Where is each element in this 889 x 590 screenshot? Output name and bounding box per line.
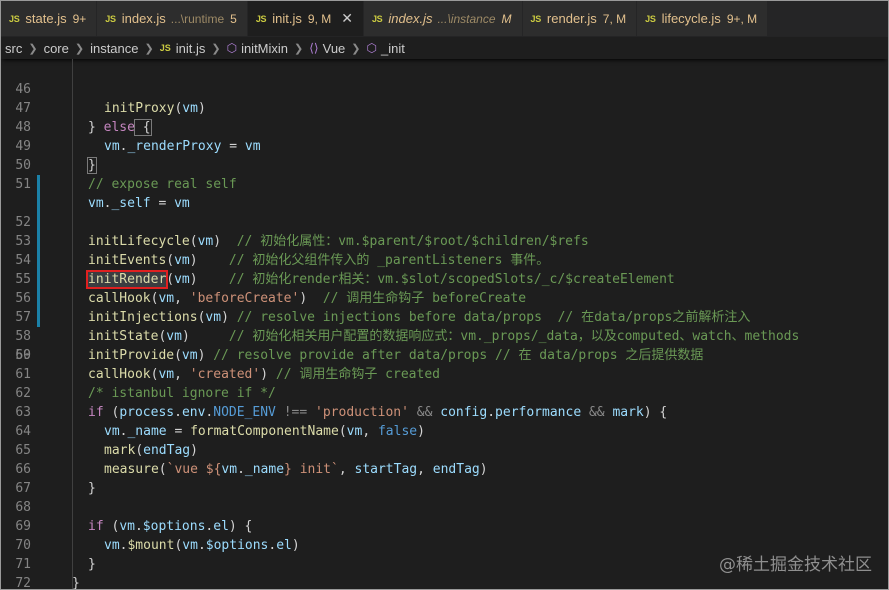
- code-editor[interactable]: 46 initProxy(vm) 47 } else { 48 vm._rend…: [1, 59, 888, 589]
- modified-gutter-marker: [37, 213, 40, 232]
- problem-badge: 5: [230, 11, 237, 26]
- chevron-right-icon: ❯: [351, 42, 361, 55]
- tab-init-js[interactable]: JS init.js 9, M ✕: [247, 1, 364, 36]
- symbol-brackets-icon: ⟨⟩: [309, 41, 319, 55]
- problem-badge: 9+, M: [726, 11, 758, 26]
- code-line: 66 }: [1, 441, 888, 496]
- modified-gutter-marker: [37, 175, 40, 194]
- tab-directory: ...\runtime: [170, 11, 225, 26]
- code-line: 49 }: [1, 118, 888, 174]
- code-line: 69 vm.$mount(vm.$options.el): [1, 498, 888, 553]
- chevron-right-icon: ❯: [144, 42, 154, 55]
- code-line: 59 callHook(vm, 'created') // 调用生命钩子 cre…: [1, 308, 888, 382]
- tab-label: init.js: [272, 11, 302, 26]
- chevron-right-icon: ❯: [28, 42, 38, 55]
- code-line: 64 mark(endTag): [1, 403, 888, 458]
- js-file-icon: JS: [255, 13, 267, 24]
- modified-gutter-marker: [37, 270, 40, 289]
- tab-lifecycle-js[interactable]: JS lifecycle.js 9+, M: [637, 1, 769, 36]
- tab-index-js-runtime[interactable]: JS index.js ...\runtime 5: [97, 1, 248, 36]
- method-cube-icon: ⬡: [366, 41, 377, 55]
- modified-gutter-marker: [37, 289, 40, 308]
- code-line: 62 if (process.env.NODE_ENV !== 'product…: [1, 365, 888, 420]
- code-line: 57 initState(vm) // 初始化相关用户配置的数据响应式：vm._…: [1, 270, 888, 344]
- tab-index-js-instance[interactable]: JS index.js ...\instance M: [363, 1, 523, 36]
- code-line: 63 vm._name = formatComponentName(vm, fa…: [1, 384, 888, 439]
- code-line: 53 initEvents(vm) // 初始化父组件传入的 _parentLi…: [1, 194, 888, 268]
- code-line: 56 initInjections(vm) // resolve injecti…: [1, 251, 888, 325]
- code-line: 55 callHook(vm, 'beforeCreate') // 调用生命钩…: [1, 232, 888, 306]
- breadcrumb-item-initmixin[interactable]: initMixin: [241, 41, 288, 56]
- tab-state-js[interactable]: JS state.js 9+: [1, 1, 98, 36]
- code-line: 46 initProxy(vm): [1, 61, 888, 116]
- modified-gutter-marker: [37, 251, 40, 270]
- method-cube-icon: ⬡: [226, 41, 238, 55]
- modified-gutter-marker: [37, 308, 40, 327]
- code-line: 61 /* istanbul ignore if */: [1, 346, 888, 401]
- chevron-right-icon: ❯: [74, 42, 85, 55]
- code-line: 48 vm._renderProxy = vm: [1, 99, 888, 154]
- problem-badge: 7, M: [602, 11, 627, 26]
- code-line: 70 }: [1, 517, 888, 572]
- code-line: 60: [1, 327, 888, 363]
- breadcrumb: src ❯ core ❯ instance ❯ JS init.js ❯ ⬡ i…: [1, 37, 888, 59]
- tab-label: render.js: [546, 11, 597, 26]
- breadcrumb-item-instance[interactable]: instance: [90, 41, 138, 56]
- code-line: 50 // expose real self: [1, 137, 888, 192]
- tab-render-js[interactable]: JS render.js 7, M: [522, 1, 638, 36]
- modified-gutter-marker: [37, 194, 40, 213]
- chevron-right-icon: ❯: [294, 42, 304, 55]
- js-file-icon: JS: [371, 13, 383, 24]
- tab-label: index.js: [388, 11, 433, 26]
- problem-badge: 9+: [72, 11, 87, 26]
- watermark: @稀土掘金技术社区: [719, 555, 872, 575]
- js-file-icon: JS: [530, 13, 542, 24]
- tab-label: index.js: [121, 11, 166, 26]
- breadcrumb-item-vue[interactable]: Vue: [323, 41, 346, 56]
- code-line: 51 vm._self = vm: [1, 156, 888, 211]
- chevron-right-icon: ❯: [211, 42, 221, 55]
- breadcrumb-item-init[interactable]: _init: [381, 41, 405, 56]
- breadcrumb-item-core[interactable]: core: [44, 41, 69, 56]
- code-line: 67: [1, 460, 888, 496]
- tab-bar: JS state.js 9+ JS index.js ...\runtime 5…: [1, 1, 888, 37]
- code-line: 65 measure(`vue ${vm._name} init`, start…: [1, 422, 888, 477]
- code-line: 54 initRender(vm) // 初始化render相关：vm.$slo…: [1, 213, 888, 289]
- code-line: 58 initProvide(vm) // resolve provide af…: [1, 289, 888, 363]
- code-line: 47 } else {: [1, 80, 888, 136]
- editor-window: JS state.js 9+ JS index.js ...\runtime 5…: [0, 0, 889, 590]
- breadcrumb-item-file[interactable]: init.js: [176, 41, 206, 56]
- js-file-icon: JS: [105, 13, 116, 24]
- problem-badge: 9, M: [307, 11, 332, 26]
- code-line: 52 initLifecycle(vm) // 初始化属性：vm.$parent…: [1, 175, 888, 249]
- tab-label: state.js: [25, 11, 67, 26]
- problem-badge: M: [501, 11, 512, 26]
- code-line: 68 if (vm.$options.el) {: [1, 479, 888, 534]
- close-icon[interactable]: ✕: [341, 10, 353, 27]
- js-file-icon: JS: [645, 13, 656, 24]
- tab-label: lifecycle.js: [661, 11, 721, 26]
- breadcrumb-item-src[interactable]: src: [5, 41, 22, 56]
- js-file-icon: JS: [9, 13, 20, 24]
- js-file-icon: JS: [159, 43, 171, 53]
- modified-gutter-marker: [37, 232, 40, 251]
- tab-directory: ...\instance: [437, 11, 496, 26]
- code-line: 73: [1, 574, 888, 589]
